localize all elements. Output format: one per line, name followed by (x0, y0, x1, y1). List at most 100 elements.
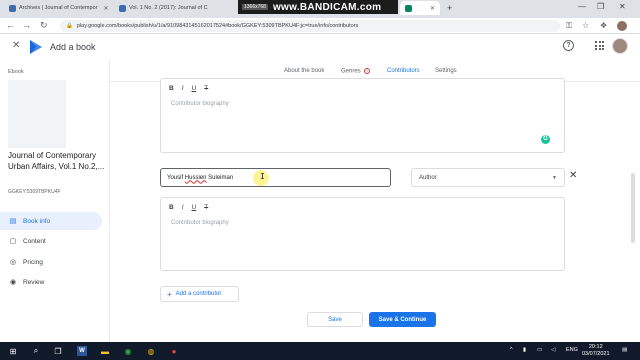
help-icon[interactable]: ? (563, 40, 574, 51)
play-books-logo-icon (30, 40, 42, 54)
sidebar-item-label: Pricing (23, 258, 43, 266)
grammarly-icon[interactable]: G (541, 135, 550, 144)
clear-format-button[interactable]: T (204, 204, 208, 211)
contributor-role-value: Author (419, 174, 437, 181)
rich-text-toolbar: B I U T (169, 85, 208, 92)
sidebar-item-label: Book info (23, 217, 51, 225)
clock[interactable]: 20:12 03/07/2021 (582, 344, 610, 358)
book-sidebar: Ebook Journal of Contemporary Urban Affa… (0, 60, 110, 342)
close-tab-icon[interactable]: ✕ (100, 5, 108, 12)
browser-toolbar: ← → ↻ 🔒 play.google.com/books/publish/u/… (0, 18, 640, 34)
tab-contributors[interactable]: Contributors (387, 68, 420, 74)
clock-date: 03/07/2021 (582, 351, 610, 357)
file-explorer-icon[interactable]: ▬ (100, 346, 110, 356)
volume-icon[interactable]: ◁ (551, 347, 555, 353)
underline-button[interactable]: U (192, 85, 197, 92)
biography-placeholder: Contributor biography (171, 101, 229, 107)
underline-button[interactable]: U (192, 204, 197, 211)
browser-tab[interactable]: Vol. 1 No. 2 (2017): Journal of C (114, 1, 232, 15)
tab-genres[interactable]: Genres ! (341, 68, 371, 75)
save-button[interactable]: Save (307, 312, 363, 327)
italic-button[interactable]: I (182, 204, 184, 211)
scrollbar[interactable] (630, 83, 636, 342)
contributor-role-select[interactable]: Author ▼ (411, 168, 565, 187)
profile-avatar[interactable] (617, 21, 627, 31)
network-icon[interactable]: ▮ (523, 347, 526, 353)
italic-button[interactable]: I (182, 85, 184, 92)
contributor-name-last: Suleiman (208, 174, 234, 181)
new-tab-plus-icon[interactable]: + (447, 3, 452, 13)
dropdown-caret-icon: ▼ (552, 174, 557, 181)
close-window-icon[interactable]: ✕ (619, 2, 626, 11)
account-avatar[interactable] (612, 38, 628, 54)
url-text: play.google.com/books/publish/u/1/a/9109… (76, 23, 359, 29)
tab-genres-label: Genres (341, 68, 361, 75)
task-view-icon[interactable]: ❐ (53, 346, 63, 356)
site-favicon-icon (119, 4, 126, 12)
back-icon[interactable]: ← (6, 20, 15, 30)
edge-icon[interactable]: ◉ (123, 346, 133, 356)
clock-time: 20:12 (588, 344, 603, 350)
bandicam-icon[interactable]: ● (169, 346, 179, 356)
pricing-icon: ◎ (9, 259, 17, 266)
bandicam-resolution: 1366x768 (242, 4, 268, 10)
sidebar-item-book-info[interactable]: ▤ Book info (0, 212, 102, 230)
star-icon[interactable]: ☆ (582, 21, 589, 30)
add-contributor-label: Add a contributor (175, 291, 222, 297)
browser-tab-title: Archives | Journal of Contempor (19, 5, 98, 11)
plus-icon: + (167, 289, 172, 299)
windows-start-icon[interactable]: ⊞ (8, 346, 18, 356)
browser-tab-title: Vol. 1 No. 2 (2017): Journal of C (129, 5, 208, 11)
ebook-label: Ebook (8, 69, 24, 75)
browser-tab[interactable]: Archives | Journal of Contempor ✕ (4, 1, 112, 15)
close-icon[interactable]: ✕ (12, 40, 20, 51)
search-icon[interactable]: ⌕ (31, 346, 41, 356)
bandicam-watermark: 1366x768 www.BANDICAM.com (238, 0, 398, 14)
clear-format-button[interactable]: T (204, 85, 208, 92)
address-bar[interactable]: 🔒 play.google.com/books/publish/u/1/a/91… (60, 20, 560, 32)
biography-placeholder: Contributor biography (171, 220, 229, 226)
contributor-name-input[interactable]: Yousif Hussien Suleiman (160, 168, 391, 187)
book-cover (8, 80, 66, 148)
browser-tab-strip: Archives | Journal of Contempor ✕ Vol. 1… (0, 0, 640, 18)
text-cursor-icon: I (260, 172, 265, 181)
contributor-name-middle: Hussien (184, 174, 207, 181)
close-tab-icon[interactable]: ✕ (427, 5, 435, 12)
book-title: Journal of Contemporary Urban Affairs, V… (8, 151, 105, 171)
word-icon[interactable]: W (77, 346, 87, 356)
biography-editor[interactable]: B I U T Contributor biography G (160, 78, 565, 153)
review-icon: ◉ (9, 279, 17, 286)
browser-tab-active[interactable]: ✕ (400, 1, 440, 15)
sidebar-item-pricing[interactable]: ◎ Pricing (0, 253, 102, 271)
sidebar-item-label: Review (23, 278, 45, 286)
extension-icon[interactable]: ❖ (600, 21, 607, 30)
biography-editor[interactable]: B I U T Contributor biography (160, 197, 565, 271)
battery-icon[interactable]: ▭ (537, 347, 542, 353)
sidebar-item-content[interactable]: ▢ Content (0, 232, 102, 250)
bold-button[interactable]: B (169, 85, 174, 92)
tab-about-the-book[interactable]: About the book (284, 68, 324, 74)
key-icon[interactable]: ⚿ (566, 21, 572, 31)
contributor-name-first: Yousif (167, 174, 184, 181)
warning-icon: ! (364, 68, 371, 74)
file-icon: ▢ (9, 238, 17, 245)
chrome-icon[interactable]: ◍ (146, 346, 156, 356)
tray-chevron-icon[interactable]: ^ (510, 347, 513, 353)
save-continue-button[interactable]: Save & Continue (369, 312, 436, 327)
bold-button[interactable]: B (169, 204, 174, 211)
reload-icon[interactable]: ↻ (40, 20, 48, 31)
maximize-icon[interactable]: ❐ (597, 2, 604, 11)
lock-icon: 🔒 (66, 23, 73, 29)
language-indicator[interactable]: ENG (566, 347, 578, 353)
bandicam-brand: www.BANDICAM.com (272, 1, 382, 13)
notifications-icon[interactable]: ▤ (622, 347, 627, 353)
add-contributor-button[interactable]: + Add a contributor (160, 286, 239, 302)
site-favicon-icon (9, 4, 16, 12)
minimize-icon[interactable]: — (578, 2, 586, 11)
remove-contributor-icon[interactable]: ✕ (569, 171, 577, 181)
forward-icon[interactable]: → (22, 20, 31, 30)
tab-settings[interactable]: Settings (435, 68, 457, 74)
scrollbar-thumb[interactable] (631, 173, 635, 243)
sidebar-item-review[interactable]: ◉ Review (0, 273, 102, 291)
apps-grid-icon[interactable] (595, 41, 604, 50)
